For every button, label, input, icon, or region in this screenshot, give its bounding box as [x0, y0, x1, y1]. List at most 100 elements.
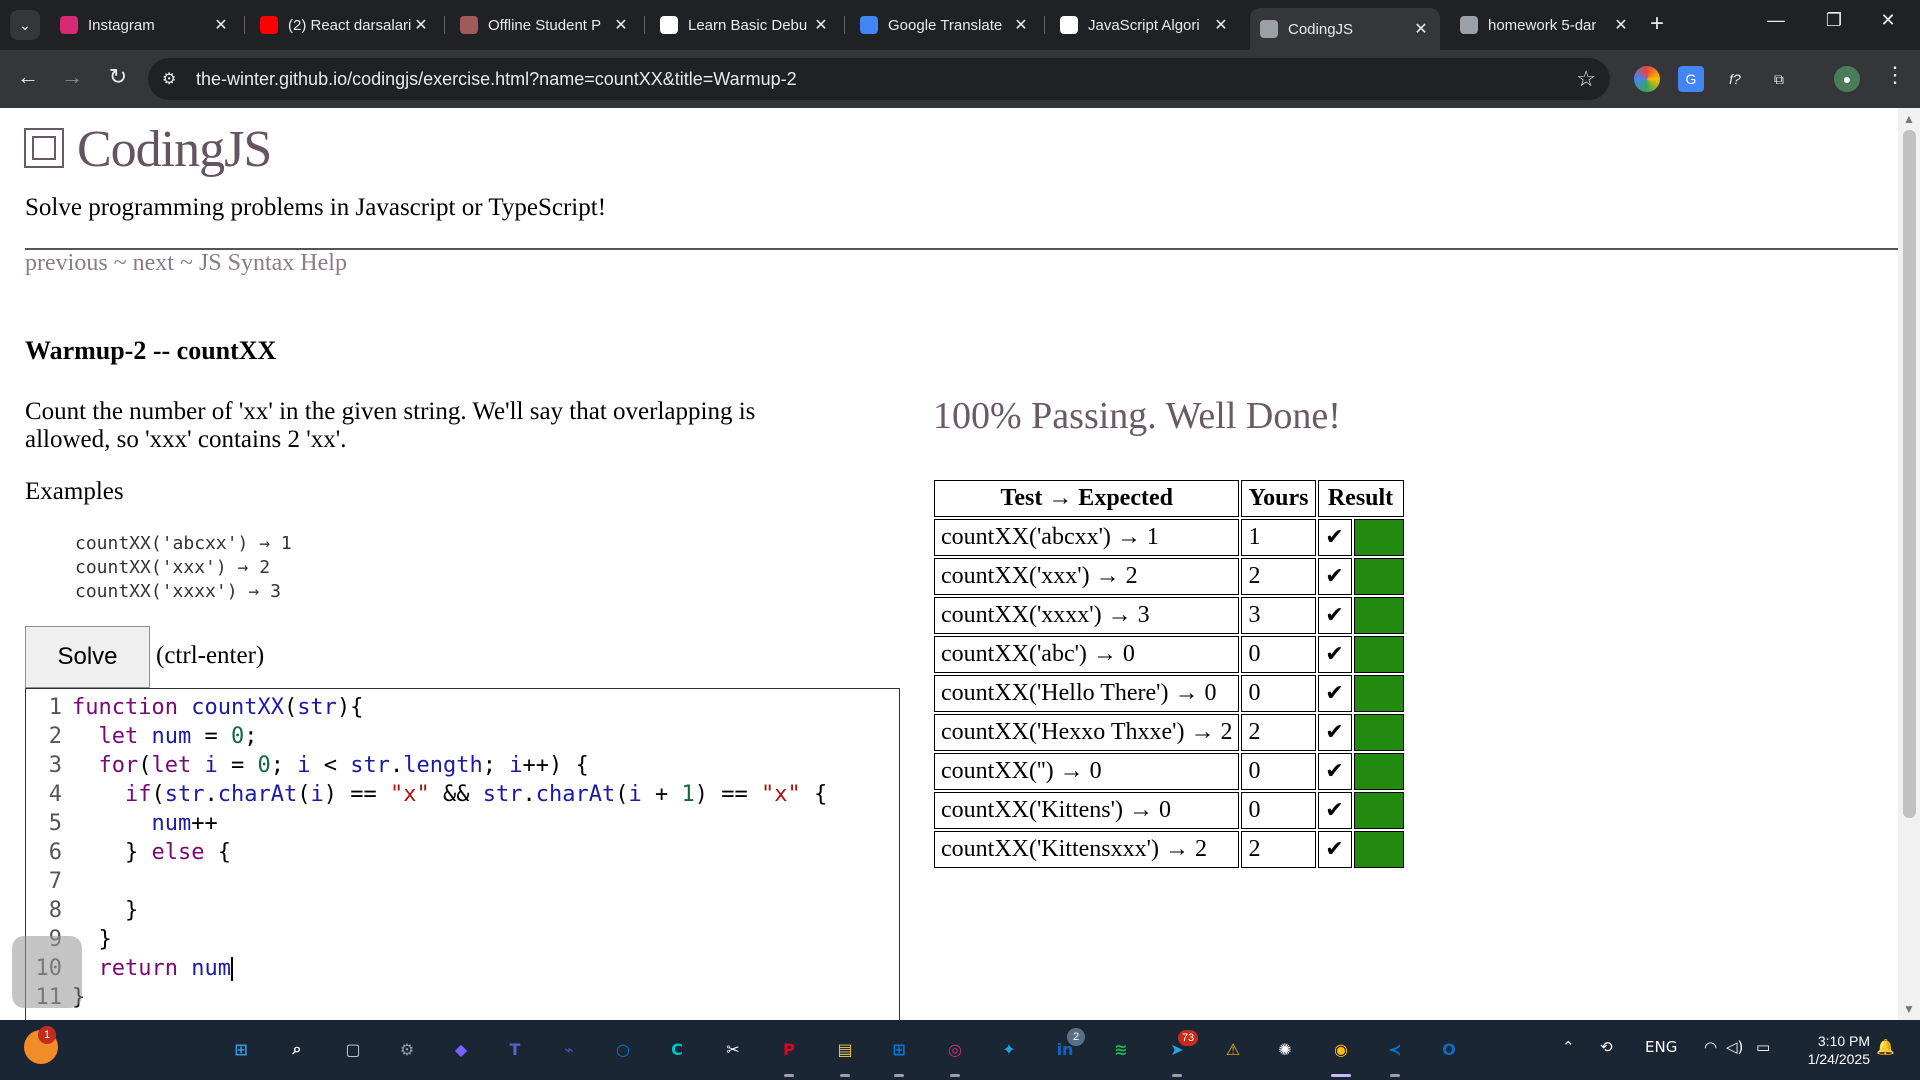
restore-button[interactable]: ❐: [1814, 10, 1854, 31]
pinterest-icon[interactable]: P: [772, 1032, 806, 1066]
file-explorer-icon[interactable]: ▤: [828, 1032, 862, 1066]
yours-cell: 0: [1241, 636, 1316, 673]
yours-cell: 3: [1241, 597, 1316, 634]
settings-icon[interactable]: ⚙: [390, 1032, 424, 1066]
site-info-icon[interactable]: ⚙: [162, 69, 176, 89]
code-line[interactable]: 6 } else {: [26, 838, 899, 867]
close-tab-icon[interactable]: ✕: [612, 15, 630, 35]
close-tab-icon[interactable]: ✕: [1412, 19, 1430, 39]
line-number: 4: [48, 782, 62, 807]
volume-icon[interactable]: ◁): [1726, 1038, 1743, 1056]
instagram-icon[interactable]: ◎: [938, 1032, 972, 1066]
chatgpt-icon[interactable]: ✺: [1268, 1032, 1302, 1066]
code-line[interactable]: 7: [26, 867, 899, 896]
wifi-icon[interactable]: ◠: [1704, 1038, 1717, 1056]
code-line[interactable]: 11}: [26, 983, 899, 1012]
code-editor[interactable]: 1 function countXX(str){2 let num = 0; 3 f…: [25, 688, 900, 1020]
system-clock[interactable]: 3:10 PM 1/24/2025: [1790, 1032, 1870, 1068]
code-line[interactable]: 4 if(str.charAt(i) == "x" && str.charAt(…: [26, 780, 899, 809]
browser-tab[interactable]: Offline Student P ✕: [450, 8, 640, 42]
code-editor-icon[interactable]: ⌁: [552, 1032, 586, 1066]
code-line[interactable]: 9 }: [26, 925, 899, 954]
heart-icon: [460, 16, 478, 34]
twitter-icon[interactable]: ✦: [992, 1032, 1026, 1066]
line-number: 1: [48, 695, 62, 720]
extensions-puzzle-icon[interactable]: ⧉: [1766, 66, 1792, 92]
canva-icon[interactable]: C: [660, 1032, 694, 1066]
browser-tab[interactable]: (2) React darsalari ✕: [250, 8, 440, 42]
code-text[interactable]: for(let i = 0; i < str.length; i++) {: [72, 751, 589, 780]
forward-button[interactable]: →: [56, 64, 88, 90]
close-tab-icon[interactable]: ✕: [1012, 15, 1030, 35]
close-window-button[interactable]: ✕: [1868, 10, 1908, 31]
syntax-help-link[interactable]: JS Syntax Help: [199, 250, 347, 276]
code-line[interactable]: 10 return num: [26, 954, 899, 983]
code-line[interactable]: 1 function countXX(str){: [26, 693, 899, 722]
translate-extension-icon[interactable]: G: [1678, 66, 1704, 92]
close-tab-icon[interactable]: ✕: [812, 15, 830, 35]
close-tab-icon[interactable]: ✕: [212, 15, 230, 35]
close-tab-icon[interactable]: ✕: [412, 15, 430, 35]
copilot-icon[interactable]: ◆: [444, 1032, 478, 1066]
reload-button[interactable]: ↻: [102, 64, 134, 90]
function-extension-icon[interactable]: f?: [1722, 66, 1748, 92]
code-text[interactable]: if(str.charAt(i) == "x" && str.charAt(i …: [72, 780, 827, 809]
browser-tab[interactable]: Instagram ✕: [50, 8, 240, 42]
show-hidden-icons[interactable]: ⌃: [1562, 1038, 1575, 1056]
code-line[interactable]: 2 let num = 0;: [26, 722, 899, 751]
close-tab-icon[interactable]: ✕: [1212, 15, 1230, 35]
pass-indicator: [1353, 714, 1404, 751]
page-scrollbar[interactable]: ▲ ▼: [1898, 108, 1920, 1020]
code-text[interactable]: }: [72, 896, 138, 925]
arduino-icon[interactable]: ⚠: [1216, 1032, 1250, 1066]
vscode-icon[interactable]: ≺: [1378, 1032, 1412, 1066]
spotify-icon[interactable]: ≋: [1104, 1032, 1138, 1066]
code-line[interactable]: 8 }: [26, 896, 899, 925]
address-bar[interactable]: ⚙ the-winter.github.io/codingjs/exercise…: [148, 58, 1610, 100]
task-view-icon[interactable]: ▢: [336, 1032, 370, 1066]
test-cell: countXX('Hello There') → 0: [934, 675, 1240, 712]
browser-menu-icon[interactable]: ⋮: [1884, 62, 1906, 88]
code-text[interactable]: let num = 0;: [72, 722, 258, 751]
code-line[interactable]: 5 num++: [26, 809, 899, 838]
code-text[interactable]: function countXX(str){: [72, 693, 363, 722]
code-text[interactable]: return num: [72, 954, 233, 983]
previous-link[interactable]: previous: [25, 250, 108, 276]
pass-indicator: [1353, 831, 1404, 868]
url-text[interactable]: the-winter.github.io/codingjs/exercise.h…: [196, 69, 797, 90]
chrome-icon[interactable]: ◉: [1324, 1032, 1358, 1066]
sync-icon[interactable]: ⟲: [1600, 1038, 1613, 1056]
teams-icon[interactable]: T: [498, 1032, 532, 1066]
next-link[interactable]: next: [133, 250, 174, 276]
outlook-icon[interactable]: O: [1432, 1032, 1466, 1066]
scroll-up-icon[interactable]: ▲: [1903, 112, 1915, 126]
bookmark-star-icon[interactable]: ☆: [1576, 66, 1596, 92]
profile-avatar[interactable]: ●: [1834, 66, 1860, 92]
search-icon[interactable]: ⌕: [280, 1032, 314, 1066]
start-icon[interactable]: ⊞: [224, 1032, 258, 1066]
scroll-thumb[interactable]: [1903, 130, 1916, 818]
minimize-button[interactable]: —: [1756, 10, 1796, 31]
floating-tool-overlay[interactable]: [12, 936, 82, 1008]
battery-icon[interactable]: ▭: [1756, 1038, 1770, 1056]
capcut-icon[interactable]: ✂: [716, 1032, 750, 1066]
browser-tab[interactable]: JavaScript Algori ✕: [1050, 8, 1240, 42]
code-text[interactable]: } else {: [72, 838, 231, 867]
store-icon[interactable]: ⊞: [882, 1032, 916, 1066]
browser-tab[interactable]: CodingJS ✕: [1250, 8, 1440, 50]
cortana-icon[interactable]: ○: [606, 1032, 640, 1066]
browser-tab[interactable]: Learn Basic Debu ✕: [650, 8, 840, 42]
browser-tab[interactable]: homework 5-dar ✕: [1450, 8, 1640, 42]
tab-search-button[interactable]: ⌄: [10, 10, 40, 40]
code-text[interactable]: num++: [72, 809, 217, 838]
solve-button[interactable]: Solve: [25, 626, 150, 688]
browser-tab[interactable]: Google Translate ✕: [850, 8, 1040, 42]
notification-bell-icon[interactable]: 🔔: [1876, 1038, 1895, 1056]
language-indicator[interactable]: ENG: [1645, 1038, 1677, 1056]
close-tab-icon[interactable]: ✕: [1612, 15, 1630, 35]
new-tab-button[interactable]: +: [1650, 12, 1664, 36]
code-line[interactable]: 3 for(let i = 0; i < str.length; i++) {: [26, 751, 899, 780]
extension-color-icon[interactable]: [1634, 66, 1660, 92]
back-button[interactable]: ←: [12, 64, 44, 90]
scroll-down-icon[interactable]: ▼: [1903, 1002, 1915, 1016]
